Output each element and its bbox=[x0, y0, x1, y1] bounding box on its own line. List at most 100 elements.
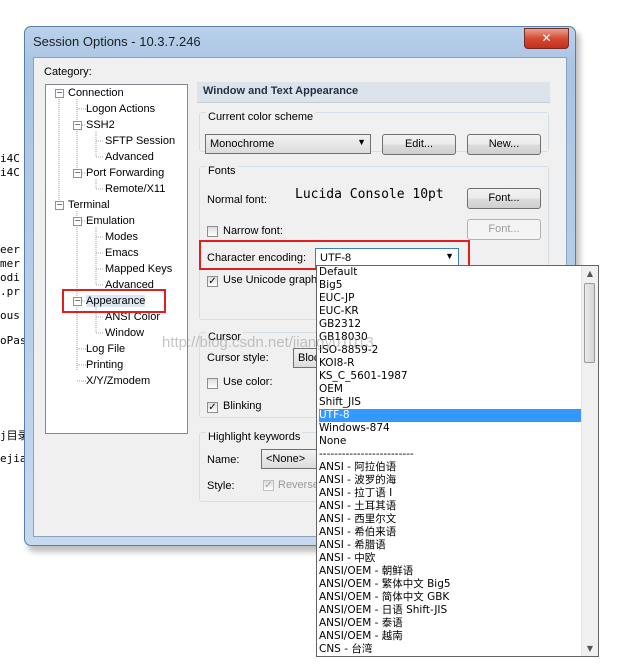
dropdown-option[interactable]: Shift_JIS bbox=[319, 396, 581, 409]
reverse-label: Reverse bbox=[278, 479, 319, 491]
new-scheme-button[interactable]: New... bbox=[467, 134, 541, 155]
tree-item-xyzmodem[interactable]: X/Y/Zmodem bbox=[86, 375, 150, 387]
tree-item-connection[interactable]: Connection bbox=[68, 87, 124, 99]
dropdown-option[interactable]: ANSI/OEM - 越南 bbox=[319, 630, 581, 643]
cursor-style-label: Cursor style: bbox=[207, 352, 269, 364]
bg-line: oPas bbox=[0, 334, 26, 347]
watermark: http://blog.csdn.net/jiangyu1013 bbox=[162, 334, 374, 351]
panel-title: Window and Text Appearance bbox=[203, 85, 359, 97]
encoding-dropdown-list[interactable]: Default Big5 EUC-JP EUC-KR GB2312 GB18030 ISO-… bbox=[316, 265, 599, 657]
dropdown-option[interactable]: ANSI - 中欧 bbox=[319, 552, 581, 565]
dropdown-option[interactable]: Default bbox=[319, 266, 581, 279]
tree-item-logon-actions[interactable]: Logon Actions bbox=[86, 103, 155, 115]
dropdown-option[interactable]: OEM bbox=[319, 383, 581, 396]
tree-item-ssh2[interactable]: SSH2 bbox=[86, 119, 115, 131]
close-icon: ✕ bbox=[541, 31, 552, 45]
tree-item-emulation[interactable]: Emulation bbox=[86, 215, 135, 227]
tree-item-mapped-keys[interactable]: Mapped Keys bbox=[105, 263, 172, 275]
normal-font-value: Lucida Console 10pt bbox=[295, 187, 444, 202]
dropdown-option[interactable]: ANSI - 波罗的海 bbox=[319, 474, 581, 487]
highlight-style-label: Style: bbox=[207, 480, 235, 492]
tree-item-port-forwarding[interactable]: Port Forwarding bbox=[86, 167, 164, 179]
dropdown-option[interactable]: ANSI/OEM - 简体中文 GBK bbox=[319, 591, 581, 604]
category-label: Category: bbox=[44, 66, 92, 78]
dropdown-option[interactable]: ANSI/OEM - 朝鲜语 bbox=[319, 565, 581, 578]
dropdown-option[interactable]: CNS - 台湾 bbox=[319, 643, 581, 656]
panel-header: Window and Text Appearance bbox=[197, 82, 550, 103]
tree-item-log-file[interactable]: Log File bbox=[86, 343, 125, 355]
dropdown-option[interactable]: KOI8-R bbox=[319, 357, 581, 370]
dropdown-option[interactable]: ANSI - 希伯来语 bbox=[319, 526, 581, 539]
dropdown-option[interactable]: ANSI - 阿拉伯语 bbox=[319, 461, 581, 474]
color-scheme-label: Current color scheme bbox=[206, 111, 316, 123]
tree-item-modes[interactable]: Modes bbox=[105, 231, 138, 243]
dropdown-option[interactable]: ANSI/OEM - 泰语 bbox=[319, 617, 581, 630]
dropdown-option[interactable]: ANSI/OEM - 日语 Shift-JIS bbox=[319, 604, 581, 617]
dropdown-option[interactable]: GB2312 bbox=[319, 318, 581, 331]
dropdown-option[interactable]: ANSI - 拉丁语 I bbox=[319, 487, 581, 500]
dropdown-scrollbar[interactable]: ▲ ▼ bbox=[581, 266, 598, 656]
reverse-checkbox[interactable]: ✓ bbox=[263, 480, 274, 491]
fonts-label: Fonts bbox=[206, 165, 238, 177]
bg-line: ous bbox=[0, 309, 20, 322]
tree-item-emacs[interactable]: Emacs bbox=[105, 247, 139, 259]
highlight-label: Highlight keywords bbox=[206, 431, 303, 443]
dropdown-option[interactable]: ANSI - 土耳其语 bbox=[319, 500, 581, 513]
dropdown-option[interactable]: Windows-874 bbox=[319, 422, 581, 435]
dropdown-option[interactable]: UTF-8 bbox=[319, 409, 581, 422]
expander-terminal-icon[interactable]: − bbox=[55, 201, 64, 210]
tree-item-printing[interactable]: Printing bbox=[86, 359, 123, 371]
scroll-up-icon[interactable]: ▲ bbox=[583, 266, 597, 281]
color-scheme-value: Monochrome bbox=[210, 138, 275, 150]
expander-connection-icon[interactable]: − bbox=[55, 89, 64, 98]
title-bar[interactable]: Session Options - 10.3.7.246 ✕ bbox=[25, 27, 575, 57]
normal-font-button[interactable]: Font... bbox=[467, 188, 541, 209]
tree-item-sftp-session[interactable]: SFTP Session bbox=[105, 135, 175, 147]
unicode-graphics-label: Use Unicode graphi bbox=[223, 274, 320, 286]
bg-line: ejia bbox=[0, 452, 26, 465]
bg-line: mer bbox=[0, 257, 20, 270]
dropdown-option[interactable]: KS_C_5601-1987 bbox=[319, 370, 581, 383]
expander-emulation-icon[interactable]: − bbox=[73, 217, 82, 226]
narrow-font-button[interactable]: Font... bbox=[467, 219, 541, 240]
category-tree[interactable]: − Connection Logon Actions − SSH2 SFTP S… bbox=[45, 84, 188, 434]
highlight-name-value: <None> bbox=[266, 453, 306, 465]
bg-line: odi bbox=[0, 271, 20, 284]
expander-port-forwarding-icon[interactable]: − bbox=[73, 169, 82, 178]
dropdown-option[interactable]: None bbox=[319, 435, 581, 448]
dropdown-option[interactable]: ANSI - 西里尔文 bbox=[319, 513, 581, 526]
dropdown-option[interactable]: Big5 bbox=[319, 279, 581, 292]
tree-item-ssh2-advanced[interactable]: Advanced bbox=[105, 151, 154, 163]
normal-font-label: Normal font: bbox=[207, 194, 267, 206]
close-button[interactable]: ✕ bbox=[524, 28, 569, 49]
bg-line: .pr bbox=[0, 285, 20, 298]
blinking-label: Blinking bbox=[223, 400, 262, 412]
dropdown-option[interactable]: ------------------------- bbox=[319, 448, 581, 461]
scroll-down-icon[interactable]: ▼ bbox=[583, 641, 597, 656]
bg-line: eer bbox=[0, 243, 20, 256]
scroll-thumb[interactable] bbox=[584, 283, 595, 363]
bg-line: i4C bbox=[0, 152, 20, 165]
unicode-graphics-checkbox[interactable]: ✓ bbox=[207, 276, 218, 287]
expander-ssh2-icon[interactable]: − bbox=[73, 121, 82, 130]
edit-scheme-button[interactable]: Edit... bbox=[382, 134, 456, 155]
color-scheme-select[interactable]: Monochrome ▼ bbox=[205, 134, 371, 154]
appearance-highlight-box bbox=[62, 289, 166, 313]
tree-item-window[interactable]: Window bbox=[105, 327, 144, 339]
blinking-checkbox[interactable]: ✓ bbox=[207, 402, 218, 413]
tree-item-terminal[interactable]: Terminal bbox=[68, 199, 110, 211]
narrow-font-checkbox[interactable] bbox=[207, 226, 218, 237]
bg-line: j目录 bbox=[0, 429, 26, 442]
dropdown-option[interactable]: EUC-KR bbox=[319, 305, 581, 318]
narrow-font-label: Narrow font: bbox=[223, 225, 283, 237]
chevron-down-icon: ▼ bbox=[357, 137, 366, 147]
window-title: Session Options - 10.3.7.246 bbox=[33, 34, 201, 49]
bg-line: i4C bbox=[0, 166, 20, 179]
tree-item-remote-x11[interactable]: Remote/X11 bbox=[105, 183, 165, 195]
dropdown-option[interactable]: EUC-JP bbox=[319, 292, 581, 305]
use-color-checkbox[interactable] bbox=[207, 378, 218, 389]
highlight-name-label: Name: bbox=[207, 454, 240, 466]
use-color-label: Use color: bbox=[223, 376, 273, 388]
dropdown-option[interactable]: ANSI - 希腊语 bbox=[319, 539, 581, 552]
dropdown-option[interactable]: ANSI/OEM - 繁体中文 Big5 bbox=[319, 578, 581, 591]
